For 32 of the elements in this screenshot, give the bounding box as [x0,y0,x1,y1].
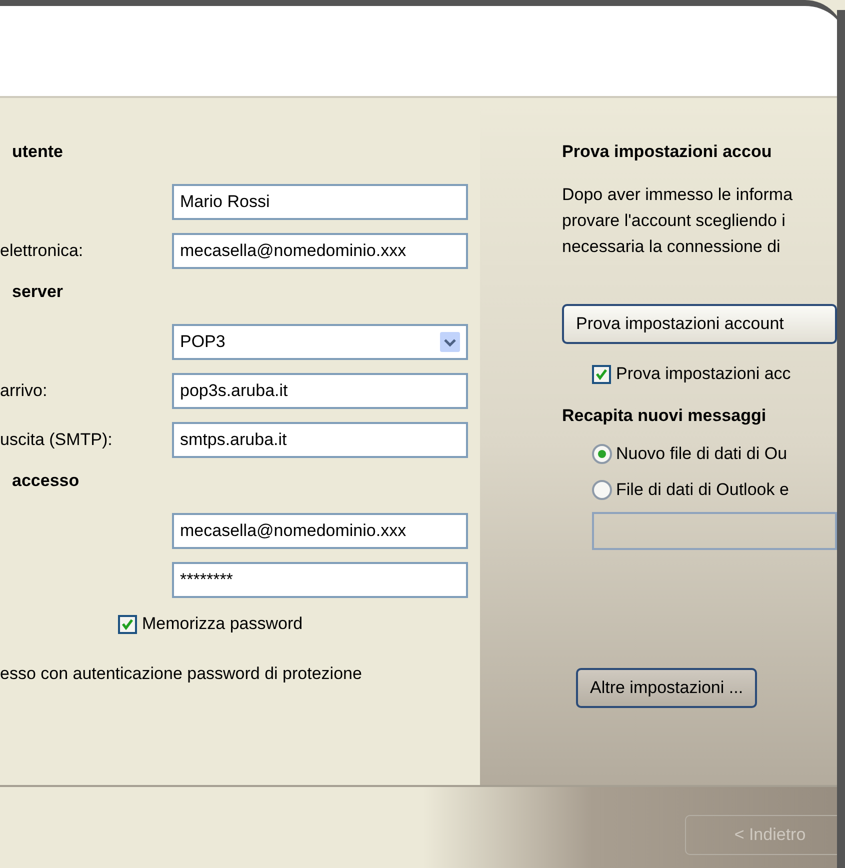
input-field[interactable]: pop3s.aruba.it [172,373,468,409]
checkbox[interactable] [118,614,137,634]
checkmark-icon [121,618,134,630]
test-settings-button[interactable]: Prova impostazioni account [562,304,837,344]
dropdown[interactable]: POP3 [172,324,468,360]
section-heading: Prova impostazioni accou [562,142,773,162]
more-settings-button[interactable]: Altre impostazioni ... [576,668,758,708]
field-label: uscita (SMTP): [0,430,112,449]
description-line: Dopo aver immesso le informa [562,184,794,206]
radio-label: Nuovo file di dati di Ou [616,444,788,464]
input-field[interactable]: smtps.aruba.it [172,422,468,458]
input-field[interactable]: mecasella@nomedominio.xxx [172,233,468,269]
section-heading: Recapita nuovi messaggi [562,406,768,426]
checkbox-label: Memorizza password [142,614,303,634]
radio-button[interactable] [592,444,612,464]
radio-label: File di dati di Outlook e [616,480,789,500]
section-heading: utente [12,142,64,163]
checkbox-label: Prova impostazioni acc [616,364,791,384]
section-heading: server [12,282,64,303]
input-field[interactable]: mecasella@nomedominio.xxx [172,513,468,549]
input-field[interactable]: Mario Rossi [172,184,468,220]
section-heading: accesso [12,471,80,492]
description-line: provare l'account scegliendo i [562,210,786,232]
option-label: esso con autenticazione password di protezione [0,664,363,684]
field-label: elettronica: [0,241,84,260]
description-line: necessaria la connessione di [562,236,782,258]
checkmark-icon [595,368,608,380]
input-field[interactable]: ******** [172,562,468,598]
field-label: arrivo: [0,381,48,400]
radio-button[interactable] [592,480,612,500]
checkbox[interactable] [592,364,611,384]
input-field[interactable] [592,512,837,550]
